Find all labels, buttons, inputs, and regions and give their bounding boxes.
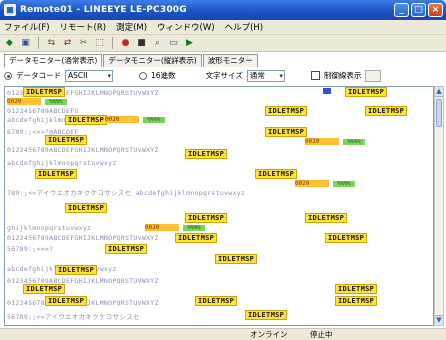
control-line-label: 制御線表示 [323, 71, 362, 80]
monitor-row: 56789:;<=アイウエオカキクケコサシスセ [7, 313, 140, 321]
title-bar[interactable]: Remote01 - LINEEYE LE-PC300G _ □ × [0, 0, 446, 20]
idle-marker: IDLETMSP [105, 244, 148, 254]
idle-marker: IDLETMSP [335, 284, 378, 294]
hex-value: 0020 [145, 224, 179, 231]
menu-file[interactable]: ファイル(F) [4, 21, 50, 33]
idle-marker: IDLETMSP [35, 169, 78, 179]
vertical-scrollbar[interactable]: ▲ ▼ [434, 86, 444, 326]
close-button[interactable]: × [428, 3, 443, 17]
window-title: Remote01 - LINEEYE LE-PC300G [20, 5, 187, 15]
toolbar: ◆ ▣ ⇆ ⇄ ✂ ⬚ ● ■ ⌕ ▭ ▶ [0, 35, 446, 52]
control-line-checkbox[interactable] [310, 71, 320, 80]
idle-marker: IDLETMSP [23, 87, 66, 97]
toolbar-separator [112, 37, 113, 49]
menu-bar: ファイル(F) リモート(R) 測定(M) ウィンドウ(W) ヘルプ(H) [0, 20, 446, 35]
maximize-button[interactable]: □ [411, 3, 426, 17]
data-code-label: データコード [16, 71, 61, 80]
idle-marker: IDLETMSP [185, 213, 228, 223]
data-monitor[interactable]: 0123456789ABCDEFGHIJKLMNOPQRSTUVWXYZ IDL… [4, 86, 434, 326]
idle-marker: IDLETMSP [45, 135, 88, 145]
scroll-down-button[interactable]: ▼ [435, 315, 443, 325]
app-logo-icon[interactable]: ◆ [3, 37, 16, 50]
tag-label: %%%% [45, 99, 67, 105]
scroll-thumb[interactable] [436, 99, 442, 127]
char-size-select[interactable]: 通常 [246, 69, 285, 82]
data-code-radio[interactable] [4, 71, 12, 80]
idle-marker: IDLETMSP [325, 233, 368, 243]
scroll-up-button[interactable]: ▲ [435, 87, 443, 97]
monitor-row: 56789:;<=>? [7, 245, 54, 253]
hex-value: 0020 [295, 180, 329, 187]
toolbar-separator [38, 37, 39, 49]
char-size-label: 文字サイズ [205, 71, 243, 80]
hex-value: 0020 [105, 116, 139, 123]
minimize-button[interactable]: _ [394, 3, 409, 17]
idle-marker: IDLETMSP [195, 296, 238, 306]
record-icon[interactable]: ● [119, 37, 132, 50]
play-icon[interactable]: ▶ [183, 37, 196, 50]
blue-marker [323, 88, 331, 94]
tab-detail-view[interactable]: データモニター(縦詳表示) [103, 54, 202, 67]
monitor-row: 0123456789ABCDEFG [7, 107, 79, 115]
search-icon[interactable]: ⌕ [151, 37, 164, 50]
idle-marker: IDLETMSP [265, 106, 308, 116]
idle-marker: IDLETMSP [365, 106, 408, 116]
monitor-row: 0123456789ABCDEFGHIJKLMNOPQRSTUVWXYZ [7, 146, 159, 154]
data-code-select[interactable]: ASCII [65, 69, 113, 82]
monitor-row: 789:;<=アイウエオカキクケコサシスセ abcdefghijklmnopqr… [7, 189, 246, 197]
monitor-icon[interactable]: ▭ [167, 37, 180, 50]
idle-marker: IDLETMSP [65, 115, 108, 125]
monitor-row: abcdefghijklmnopqrstuvwxyz [7, 159, 117, 167]
transfer-icon[interactable]: ⇆ [45, 37, 58, 50]
status-online: オンライン [250, 330, 288, 339]
hex-radio[interactable] [139, 71, 147, 80]
double-arrow-icon[interactable]: ⇄ [61, 37, 74, 50]
idle-marker: IDLETMSP [265, 127, 308, 137]
hex-label: 16進数 [151, 71, 176, 80]
idle-marker: IDLETMSP [45, 296, 88, 306]
tag-label: %%%% [143, 117, 165, 123]
tag-label: %%%% [183, 225, 205, 231]
tab-normal-view[interactable]: データモニター(通常表示) [4, 54, 103, 67]
tag-label: %%%% [343, 139, 365, 145]
idle-marker: IDLETMSP [245, 310, 288, 320]
options-extra-button[interactable] [365, 69, 382, 82]
idle-marker: IDLETMSP [23, 284, 66, 294]
menu-measure[interactable]: 測定(M) [116, 21, 147, 33]
menu-help[interactable]: ヘルプ(H) [225, 21, 264, 33]
menu-window[interactable]: ウィンドウ(W) [157, 21, 215, 33]
idle-marker: IDLETMSP [255, 169, 298, 179]
monitor-row: ghijklmnopqrstuvwxyz [7, 224, 92, 232]
stop-icon[interactable]: ■ [135, 37, 148, 50]
options-bar: データコード ASCII 16進数 文字サイズ 通常 制御線表示 [4, 67, 442, 84]
idle-marker: IDLETMSP [215, 254, 258, 264]
idle-marker: IDLETMSP [55, 265, 98, 275]
idle-marker: IDLETMSP [185, 149, 228, 159]
app-icon [4, 4, 16, 16]
status-bar: オンライン 停止中 [0, 328, 446, 340]
tab-waveform[interactable]: 波形モニター [202, 54, 258, 67]
idle-marker: IDLETMSP [65, 203, 108, 213]
idle-marker: IDLETMSP [175, 233, 218, 243]
status-stopped: 停止中 [310, 330, 333, 339]
hex-value: 0020 [305, 138, 339, 145]
save-icon[interactable]: ▣ [19, 37, 32, 50]
idle-marker: IDLETMSP [305, 213, 348, 223]
tag-label: %%%% [333, 181, 355, 187]
idle-marker: IDLETMSP [345, 87, 388, 97]
window-controls: _ □ × [394, 3, 443, 17]
menu-remote[interactable]: リモート(R) [60, 21, 107, 33]
hex-value: 0020 [7, 98, 41, 105]
paste-icon[interactable]: ✂ [77, 37, 90, 50]
lock-icon[interactable]: ⬚ [93, 37, 106, 50]
monitor-row: 0123456789ABCDEFGHIJKLMNOPQRSTUVWXYZ [7, 234, 159, 242]
idle-marker: IDLETMSP [335, 296, 378, 306]
view-tabs: データモニター(通常表示) データモニター(縦詳表示) 波形モニター [4, 54, 258, 67]
